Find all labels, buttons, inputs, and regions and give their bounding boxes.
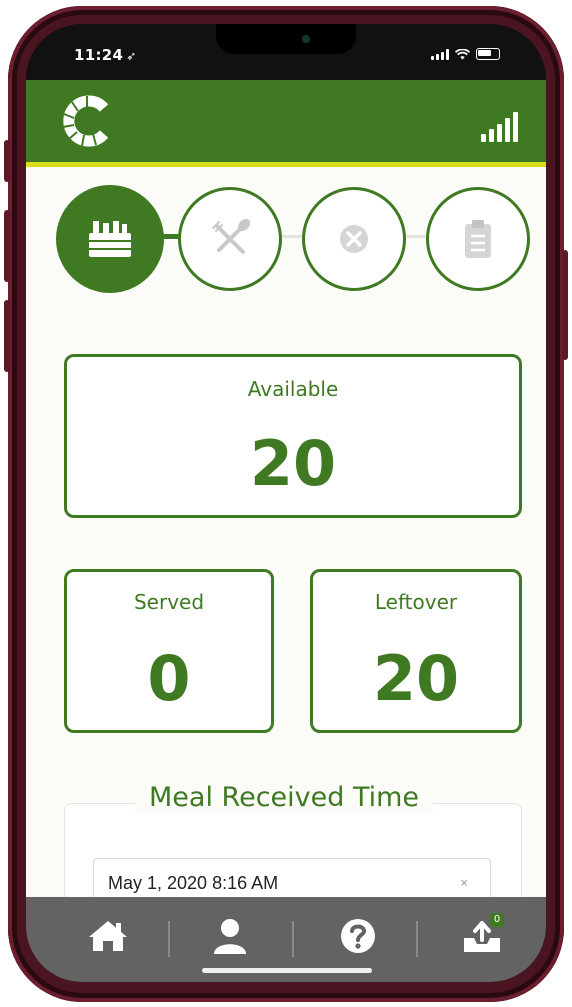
notch: [216, 24, 356, 54]
cellular-signal-icon: [431, 48, 449, 60]
wifi-icon: [455, 48, 470, 59]
phone-screen: 11:24 ➶ Available 20 Served 0 Leftover 2…: [26, 24, 546, 982]
help-icon: [341, 919, 375, 953]
app-header: [26, 80, 546, 167]
home-indicator: [202, 968, 372, 973]
status-bar: 11:24 ➶: [26, 24, 546, 80]
meal-received-title: Meal Received Time: [135, 782, 434, 813]
signal-strength-icon[interactable]: [481, 112, 518, 142]
nav-profile[interactable]: [200, 911, 260, 961]
user-icon: [214, 919, 246, 954]
step-report[interactable]: [426, 187, 530, 291]
nav-separator: [168, 921, 170, 957]
served-value: 0: [147, 642, 191, 715]
volume-up-button: [4, 210, 10, 282]
clock: 11:24: [74, 46, 124, 64]
c-logo-icon[interactable]: [60, 94, 114, 148]
cancel-icon: [340, 225, 368, 253]
meal-received-datetime-value: May 1, 2020 8:16 AM: [108, 873, 279, 893]
served-label: Served: [133, 590, 205, 614]
nav-home[interactable]: [78, 911, 138, 961]
fork-knife-icon: [212, 218, 251, 254]
leftover-value: 20: [372, 642, 460, 715]
nav-sync[interactable]: 0: [452, 911, 512, 961]
location-arrow-icon: ➶: [126, 49, 137, 63]
served-card: Served 0: [64, 569, 274, 733]
leftover-card: Leftover 20: [310, 569, 522, 733]
available-label: Available: [247, 377, 339, 401]
leftover-label: Leftover: [374, 590, 458, 614]
status-time: 11:24 ➶: [74, 46, 137, 64]
camera: [302, 35, 310, 43]
sync-count-badge: 0: [490, 913, 504, 927]
nav-separator: [416, 921, 418, 957]
clear-datetime-button[interactable]: ×: [460, 875, 468, 890]
available-card: Available 20: [64, 354, 522, 518]
main-content: Available 20 Served 0 Leftover 20 Meal R…: [26, 167, 546, 923]
volume-down-button: [4, 300, 10, 372]
nav-separator: [292, 921, 294, 957]
step-cancel[interactable]: [302, 187, 406, 291]
nav-help[interactable]: [328, 911, 388, 961]
available-value: 20: [249, 427, 337, 500]
step-receive[interactable]: [56, 185, 164, 293]
power-button: [562, 250, 568, 360]
meal-crate-icon: [89, 221, 131, 257]
battery-icon: [476, 48, 500, 60]
silent-switch: [4, 140, 10, 182]
clipboard-icon: [465, 220, 491, 258]
progress-steps: [54, 185, 534, 293]
home-icon: [89, 921, 127, 951]
status-icons: [431, 48, 500, 60]
step-serve[interactable]: [178, 187, 282, 291]
